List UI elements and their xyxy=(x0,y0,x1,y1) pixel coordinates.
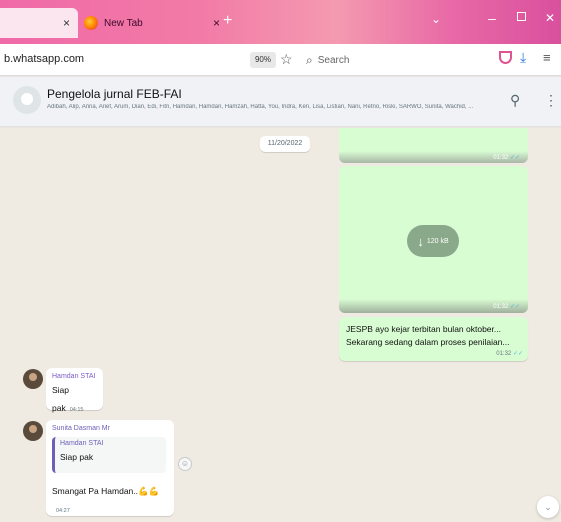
zoom-level[interactable]: 90% xyxy=(250,52,276,68)
browser-tabbar: × New Tab × + ⌄ – ✕ xyxy=(0,0,561,44)
message-time: 01:32 ✓✓ xyxy=(496,351,523,357)
tab-label: New Tab xyxy=(104,17,143,29)
media-size: 120 kB xyxy=(426,237,449,245)
tab-close-icon[interactable]: × xyxy=(63,16,70,30)
media-download-button[interactable]: ↓ 120 kB xyxy=(407,225,459,257)
sender-name[interactable]: Sunita Dasman Mr xyxy=(52,425,168,432)
avatar[interactable] xyxy=(23,369,43,389)
scroll-down-button[interactable]: ⌄ xyxy=(537,496,559,518)
video-message[interactable]: ↓ 120 kB 01:32 ✓✓ xyxy=(339,166,528,313)
quote-text: Siap pak xyxy=(60,452,94,462)
window-close-icon[interactable]: ✕ xyxy=(545,11,555,25)
url-bar: b.whatsapp.com 90% ☆ ⌕ Search ⤓ ≡ xyxy=(0,44,561,76)
message-text: JESPB ayo kejar terbitan bulan oktober..… xyxy=(346,324,501,334)
message-time: 04:15 xyxy=(69,407,84,413)
chat-search-icon[interactable]: ⚲ xyxy=(510,92,520,109)
sender-name[interactable]: Hamdan STAI xyxy=(52,373,97,380)
quoted-message[interactable]: Hamdan STAI Siap pak xyxy=(52,437,166,473)
incoming-message[interactable]: Hamdan STAI Siap pak 04:15 xyxy=(46,368,103,413)
message-time: 01:32 ✓✓ xyxy=(493,304,520,310)
maximize-icon[interactable] xyxy=(517,12,526,21)
group-name: Pengelola jurnal FEB-FAI xyxy=(47,87,182,101)
group-members: Adibah, Alip, Anna, Arief, Arum, Dian, E… xyxy=(47,104,474,110)
browser-search-input[interactable]: ⌕ Search xyxy=(300,48,455,72)
search-icon: ⌕ xyxy=(306,52,313,67)
new-tab-button[interactable]: + xyxy=(223,12,232,30)
chat-body: 11/20/2022 01:32 ✓✓ ↓ 120 kB 01:32 ✓✓ JE… xyxy=(0,128,561,522)
minimize-icon[interactable]: – xyxy=(488,10,496,26)
message-text: Sekarang sedang dalam proses penilaian..… xyxy=(346,337,510,347)
read-ticks-icon: ✓✓ xyxy=(509,304,520,310)
quote-sender: Hamdan STAI xyxy=(60,440,104,447)
avatar[interactable] xyxy=(23,421,43,441)
tab-list-chevron-icon[interactable]: ⌄ xyxy=(431,12,441,26)
tab-new-tab[interactable]: New Tab × xyxy=(80,10,220,36)
date-divider: 11/20/2022 xyxy=(260,136,310,152)
chat-header[interactable]: Pengelola jurnal FEB-FAI Adibah, Alip, A… xyxy=(0,77,561,127)
app-menu-icon[interactable]: ≡ xyxy=(543,50,551,65)
tab-close-icon[interactable]: × xyxy=(213,16,220,30)
image-message[interactable]: 01:32 ✓✓ xyxy=(339,128,528,163)
message-text: Siap pak xyxy=(52,385,70,413)
emoji-react-icon[interactable]: ☺ xyxy=(178,457,192,471)
message-time: 01:32 ✓✓ xyxy=(493,155,520,161)
message-time: 04:27 xyxy=(56,508,70,514)
download-icon[interactable]: ⤓ xyxy=(520,49,526,66)
tab-whatsapp[interactable]: × xyxy=(0,8,78,38)
address-field[interactable]: b.whatsapp.com xyxy=(4,53,84,65)
pocket-icon[interactable] xyxy=(499,51,512,64)
chat-menu-icon[interactable]: ⋮ xyxy=(544,92,558,109)
outgoing-text-message[interactable]: JESPB ayo kejar terbitan bulan oktober..… xyxy=(339,317,528,361)
search-placeholder: Search xyxy=(317,54,350,66)
group-avatar[interactable] xyxy=(13,86,41,114)
firefox-icon xyxy=(84,16,98,30)
download-arrow-icon: ↓ xyxy=(417,233,424,249)
message-text: Smangat Pa Hamdan..💪💪 xyxy=(52,486,160,496)
incoming-message[interactable]: Sunita Dasman Mr Hamdan STAI Siap pak Sm… xyxy=(46,420,174,516)
bookmark-star-icon[interactable]: ☆ xyxy=(280,51,293,68)
read-ticks-icon: ✓✓ xyxy=(509,155,520,161)
read-ticks-icon: ✓✓ xyxy=(512,351,523,357)
